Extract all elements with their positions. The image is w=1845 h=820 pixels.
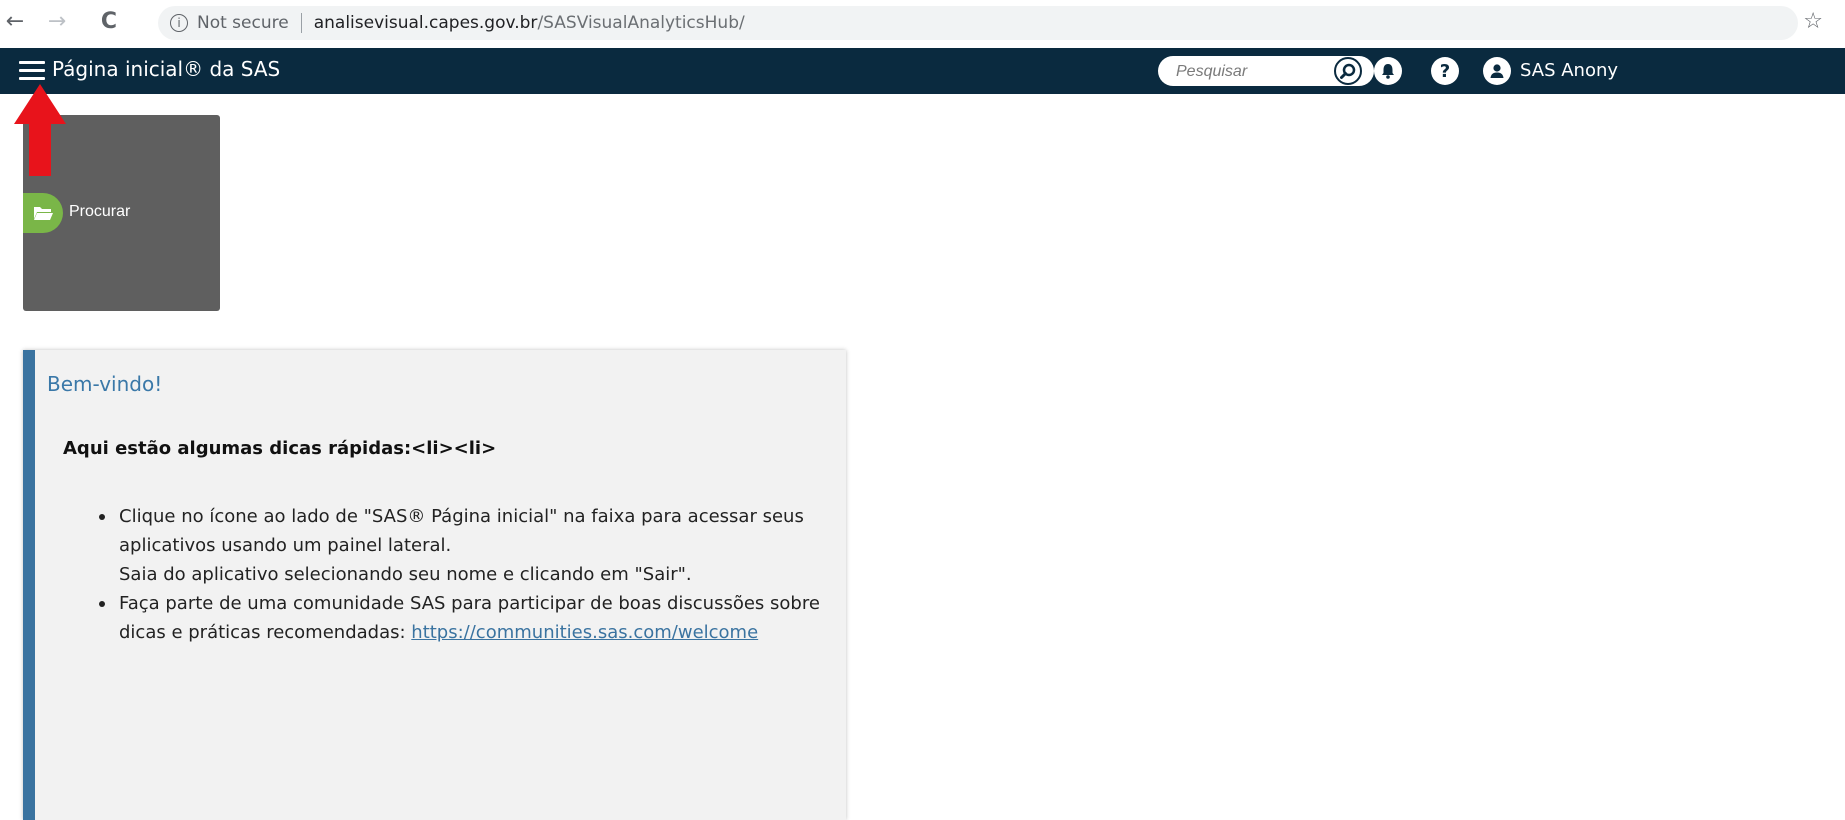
- user-icon: [1490, 64, 1504, 78]
- browser-toolbar: ← → C i Not secure analisevisual.capes.g…: [0, 0, 1845, 48]
- welcome-panel: Bem-vindo! Aqui estão algumas dicas rápi…: [23, 350, 846, 820]
- address-divider: [300, 13, 302, 33]
- folder-icon: [23, 193, 63, 233]
- notifications-button[interactable]: [1374, 57, 1402, 85]
- hamburger-menu-icon[interactable]: [19, 61, 45, 81]
- tips-list: Clique no ícone ao lado de "SAS® Página …: [99, 502, 847, 647]
- bookmark-star-icon[interactable]: ☆: [1803, 9, 1823, 34]
- back-button[interactable]: ←: [0, 6, 30, 36]
- reload-icon: C: [100, 8, 118, 34]
- forward-arrow-icon: →: [47, 8, 67, 34]
- welcome-title: Bem-vindo!: [47, 372, 163, 396]
- search-icon: [1340, 63, 1356, 79]
- help-icon: ?: [1439, 60, 1451, 82]
- tile-label: Procurar: [69, 203, 131, 220]
- list-item: Faça parte de uma comunidade SAS para pa…: [99, 589, 847, 647]
- address-bar[interactable]: i Not secure analisevisual.capes.gov.br /…: [158, 6, 1798, 40]
- tip-text: Saia do aplicativo selecionando seu nome…: [119, 564, 692, 585]
- security-label: Not secure: [197, 13, 289, 33]
- tip-text: Clique no ícone ao lado de "SAS® Página …: [119, 506, 804, 527]
- reload-button[interactable]: C: [94, 6, 124, 36]
- user-avatar[interactable]: [1483, 57, 1511, 85]
- bell-icon: [1382, 64, 1394, 79]
- user-name[interactable]: SAS Anony: [1520, 60, 1618, 81]
- tip-text: aplicativos usando um painel lateral.: [119, 535, 452, 556]
- app-title: Página inicial® da SAS: [52, 57, 281, 81]
- app-banner: Página inicial® da SAS ? SAS Anony: [0, 48, 1845, 94]
- search-button[interactable]: [1334, 57, 1362, 85]
- tip-text: dicas e práticas recomendadas:: [119, 622, 412, 643]
- info-icon[interactable]: i: [170, 14, 188, 32]
- url-host: analisevisual.capes.gov.br: [313, 13, 538, 33]
- community-link[interactable]: https://communities.sas.com/welcome: [411, 622, 758, 643]
- forward-button[interactable]: →: [42, 6, 72, 36]
- tip-text: Faça parte de uma comunidade SAS para pa…: [119, 593, 820, 614]
- back-arrow-icon: ←: [5, 8, 25, 34]
- welcome-subtitle: Aqui estão algumas dicas rápidas:<li><li…: [63, 438, 497, 459]
- list-item: Clique no ícone ao lado de "SAS® Página …: [99, 502, 847, 589]
- url-path: /SASVisualAnalyticsHub/: [537, 13, 745, 33]
- help-button[interactable]: ?: [1431, 57, 1459, 85]
- search-input[interactable]: [1174, 56, 1328, 88]
- annotation-arrow-icon: [14, 84, 66, 176]
